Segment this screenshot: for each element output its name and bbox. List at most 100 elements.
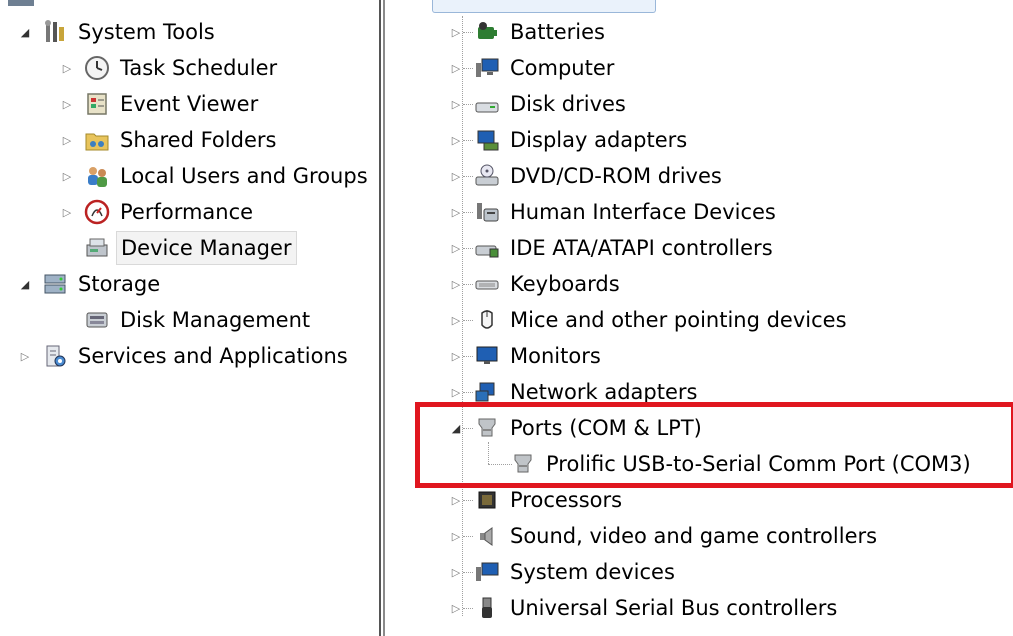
device-category-label: Prolific USB-to-Serial Comm Port (COM3) [546, 452, 971, 476]
tree-item-label: Shared Folders [120, 128, 277, 152]
expand-arrow-icon[interactable]: ▷ [449, 25, 463, 39]
tree-connector [463, 572, 473, 573]
tree-item-services-and-applications[interactable]: ▷ Services and Applications [18, 338, 352, 374]
expand-arrow-icon[interactable]: ▷ [449, 169, 463, 183]
device-category-monitors[interactable]: ▷ Monitors [452, 338, 605, 374]
dvd-drive-icon [474, 163, 500, 189]
device-category-label: Human Interface Devices [510, 200, 776, 224]
tree-item-system-tools[interactable]: ◢ System Tools [18, 14, 219, 50]
device-category-mice-and-other-pointing-devices[interactable]: ▷ Mice and other pointing devices [452, 302, 851, 338]
hid-icon [474, 199, 500, 225]
device-category-dvd-cd-rom-drives[interactable]: ▷ DVD/CD-ROM drives [452, 158, 726, 194]
device-category-label: Batteries [510, 20, 605, 44]
expand-arrow-icon[interactable]: ▷ [449, 385, 463, 399]
performance-icon [84, 199, 110, 225]
shared-folder-icon [84, 127, 110, 153]
tree-item-storage[interactable]: ◢ Storage [18, 266, 164, 302]
device-category-prolific-usb-to-serial-comm-port-com3[interactable]: Prolific USB-to-Serial Comm Port (COM3) [510, 446, 975, 482]
device-category-ports-com-lpt[interactable]: ◢ Ports (COM & LPT) [452, 410, 706, 446]
device-category-label: Display adapters [510, 128, 688, 152]
expand-arrow-icon[interactable]: ▷ [449, 601, 463, 615]
tree-item-performance[interactable]: ▷ Performance [60, 194, 257, 230]
console-tree-pane: ◢ System Tools ▷ Task Scheduler ▷ Event … [0, 0, 378, 636]
expand-arrow-icon[interactable]: ▷ [449, 133, 463, 147]
tree-connector [463, 608, 473, 609]
device-category-label: Processors [510, 488, 623, 512]
tree-connector [463, 320, 473, 321]
device-category-batteries[interactable]: ▷ Batteries [452, 14, 609, 50]
tree-item-label: Task Scheduler [120, 56, 278, 80]
expand-arrow-icon[interactable]: ▷ [449, 97, 463, 111]
expand-arrow-icon[interactable]: ▷ [60, 133, 74, 147]
device-manager-icon [84, 235, 110, 261]
tree-item-task-scheduler[interactable]: ▷ Task Scheduler [60, 50, 281, 86]
expand-arrow-icon[interactable]: ▷ [449, 349, 463, 363]
device-category-display-adapters[interactable]: ▷ Display adapters [452, 122, 691, 158]
expand-arrow-icon[interactable]: ▷ [449, 313, 463, 327]
device-category-label: Universal Serial Bus controllers [510, 596, 838, 620]
device-category-label: Sound, video and game controllers [510, 524, 878, 548]
tree-connector [463, 104, 473, 105]
device-category-keyboards[interactable]: ▷ Keyboards [452, 266, 624, 302]
tree-item-label: Performance [120, 200, 254, 224]
expand-arrow-icon[interactable]: ▷ [18, 349, 32, 363]
device-category-computer[interactable]: ▷ Computer [452, 50, 618, 86]
device-category-label: IDE ATA/ATAPI controllers [510, 236, 773, 260]
tree-connector [463, 140, 473, 141]
battery-icon [474, 19, 500, 45]
device-category-processors[interactable]: ▷ Processors [452, 482, 626, 518]
device-category-network-adapters[interactable]: ▷ Network adapters [452, 374, 701, 410]
device-category-disk-drives[interactable]: ▷ Disk drives [452, 86, 630, 122]
computer-icon [474, 55, 500, 81]
display-adapter-icon [474, 127, 500, 153]
collapse-arrow-icon[interactable]: ◢ [18, 277, 32, 291]
expand-arrow-icon[interactable]: ▷ [60, 169, 74, 183]
speaker-icon [474, 523, 500, 549]
device-category-ide-ata-atapi-controllers[interactable]: ▷ IDE ATA/ATAPI controllers [452, 230, 777, 266]
expand-arrow-icon[interactable]: ▷ [449, 565, 463, 579]
tree-connector [463, 176, 473, 177]
expand-arrow-icon[interactable]: ▷ [449, 241, 463, 255]
expand-arrow-icon[interactable]: ▷ [449, 529, 463, 543]
collapse-arrow-icon[interactable]: ◢ [449, 421, 463, 435]
tree-item-device-manager[interactable]: Device Manager [84, 230, 297, 266]
tree-item-label: Disk Management [120, 308, 311, 332]
tree-connector [463, 356, 473, 357]
expand-arrow-icon[interactable]: ▷ [449, 61, 463, 75]
tree-item-label: Event Viewer [120, 92, 259, 116]
tree-item-label: System Tools [78, 20, 215, 44]
users-icon [84, 163, 110, 189]
device-category-label: Network adapters [510, 380, 698, 404]
device-category-universal-serial-bus-controllers[interactable]: ▷ Universal Serial Bus controllers [452, 590, 841, 626]
device-category-human-interface-devices[interactable]: ▷ Human Interface Devices [452, 194, 780, 230]
services-icon [42, 343, 68, 369]
device-category-sound-video-and-game-controllers[interactable]: ▷ Sound, video and game controllers [452, 518, 881, 554]
device-category-label: Keyboards [510, 272, 620, 296]
usb-icon [474, 595, 500, 621]
device-category-label: Monitors [510, 344, 601, 368]
tree-connector [463, 68, 473, 69]
tree-item-event-viewer[interactable]: ▷ Event Viewer [60, 86, 262, 122]
tree-item-local-users-and-groups[interactable]: ▷ Local Users and Groups [60, 158, 372, 194]
expand-arrow-icon[interactable]: ▷ [449, 277, 463, 291]
pane-splitter[interactable] [378, 0, 388, 636]
collapse-arrow-icon[interactable]: ◢ [18, 25, 32, 39]
keyboard-icon [474, 271, 500, 297]
device-category-label: Ports (COM & LPT) [510, 416, 702, 440]
tree-item-label: Services and Applications [78, 344, 348, 368]
expand-arrow-icon[interactable]: ▷ [449, 493, 463, 507]
expand-arrow-icon[interactable]: ▷ [60, 205, 74, 219]
expand-arrow-icon[interactable]: ▷ [60, 97, 74, 111]
expand-arrow-icon[interactable]: ▷ [60, 61, 74, 75]
tree-connector [463, 392, 473, 393]
tree-item-disk-management[interactable]: Disk Management [84, 302, 314, 338]
device-category-system-devices[interactable]: ▷ System devices [452, 554, 679, 590]
tree-item-shared-folders[interactable]: ▷ Shared Folders [60, 122, 280, 158]
device-category-label: Disk drives [510, 92, 626, 116]
disk-management-icon [84, 307, 110, 333]
tree-connector [463, 32, 473, 33]
expand-arrow-icon[interactable]: ▷ [449, 205, 463, 219]
tree-item-label: Local Users and Groups [120, 164, 368, 188]
tree-connector [463, 500, 473, 501]
ide-controller-icon [474, 235, 500, 261]
